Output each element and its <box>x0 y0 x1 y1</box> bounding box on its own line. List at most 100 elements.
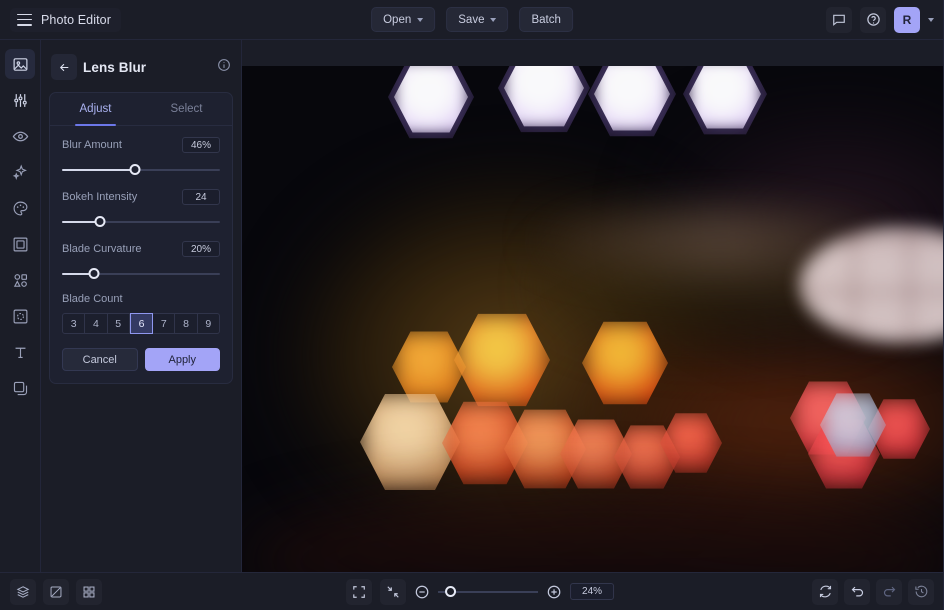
panel-tabs: Adjust Select <box>50 93 232 126</box>
zoom-controls: 24% <box>346 579 614 605</box>
control-blur-amount-value[interactable]: 46% <box>182 137 220 153</box>
control-blade-curvature-row: Blade Curvature 20% <box>62 241 220 257</box>
image-canvas[interactable] <box>242 40 944 572</box>
grid-icon <box>82 585 96 599</box>
zoom-in-button[interactable] <box>546 584 562 600</box>
blade-count-option-5[interactable]: 5 <box>108 313 130 334</box>
batch-button-label: Batch <box>531 14 560 26</box>
compare-split-icon <box>49 585 63 599</box>
avatar-chevron-down-icon[interactable] <box>928 18 934 22</box>
main-body: Lens Blur Adjust Select Bl <box>0 40 944 572</box>
zoom-slider[interactable] <box>438 585 538 599</box>
grid-button[interactable] <box>76 579 102 605</box>
control-blur-amount-row: Blur Amount 46% <box>62 137 220 153</box>
rail-item-preview[interactable] <box>5 121 35 151</box>
top-bar: Photo Editor Open Save Batch <box>0 0 944 40</box>
slider-fill <box>62 169 135 171</box>
rail-item-adjustments[interactable] <box>5 85 35 115</box>
rail-item-effects[interactable] <box>5 157 35 187</box>
blurred-photo <box>242 40 944 572</box>
avatar[interactable]: R <box>894 7 920 33</box>
side-panel: Lens Blur Adjust Select Bl <box>41 40 242 572</box>
layers-button[interactable] <box>10 579 36 605</box>
slider-knob[interactable] <box>129 164 140 175</box>
zoom-level-value[interactable]: 24% <box>570 583 614 600</box>
history-controls <box>812 579 934 605</box>
open-button-label: Open <box>383 14 411 26</box>
top-bar-right: R <box>826 7 934 33</box>
apply-button[interactable]: Apply <box>145 348 221 371</box>
reset-rotate-icon <box>818 584 833 599</box>
panel-actions: Cancel Apply <box>50 334 232 371</box>
sparkles-icon <box>12 164 29 181</box>
blade-count-option-9[interactable]: 9 <box>198 313 220 334</box>
bottom-bar: 24% <box>0 572 944 610</box>
cancel-button[interactable]: Cancel <box>62 348 138 371</box>
reset-button[interactable] <box>812 579 838 605</box>
history-icon <box>914 584 929 599</box>
palette-icon <box>12 200 29 217</box>
panel-title: Lens Blur <box>83 60 146 75</box>
slider-knob[interactable] <box>94 216 105 227</box>
undo-button[interactable] <box>844 579 870 605</box>
rail-item-blur[interactable] <box>5 301 35 331</box>
tab-adjust[interactable]: Adjust <box>50 93 141 125</box>
tab-select[interactable]: Select <box>141 93 232 125</box>
blade-count-option-8[interactable]: 8 <box>175 313 197 334</box>
history-button[interactable] <box>908 579 934 605</box>
zoom-out-button[interactable] <box>414 584 430 600</box>
control-blade-curvature-label: Blade Curvature <box>62 243 142 255</box>
rail-item-duplicate[interactable] <box>5 373 35 403</box>
blade-count-option-4[interactable]: 4 <box>85 313 107 334</box>
batch-button[interactable]: Batch <box>519 7 572 32</box>
control-bokeh-intensity-value[interactable]: 24 <box>182 189 220 205</box>
hamburger-icon[interactable] <box>17 14 32 26</box>
feedback-button[interactable] <box>826 7 852 33</box>
save-button[interactable]: Save <box>446 7 508 32</box>
undo-icon <box>850 584 865 599</box>
redo-icon <box>882 584 897 599</box>
rail-item-image[interactable] <box>5 49 35 79</box>
control-blade-count: Blade Count 3456789 <box>50 282 232 334</box>
compare-button[interactable] <box>43 579 69 605</box>
blade-count-option-6[interactable]: 6 <box>130 313 153 334</box>
canvas-top-strip <box>242 40 944 66</box>
lens-blur-card: Adjust Select Blur Amount 46% <box>49 92 233 384</box>
zoom-to-fit-button[interactable] <box>380 579 406 605</box>
rail-item-text[interactable] <box>5 337 35 367</box>
open-button[interactable]: Open <box>371 7 435 32</box>
image-icon <box>12 56 29 73</box>
rail-item-shapes[interactable] <box>5 265 35 295</box>
blur-focus-icon <box>12 308 29 325</box>
info-button[interactable] <box>217 58 231 77</box>
rail-item-frame[interactable] <box>5 229 35 259</box>
panel-header: Lens Blur <box>41 50 241 84</box>
help-button[interactable] <box>860 7 886 33</box>
text-icon <box>12 344 29 361</box>
slider-knob[interactable] <box>88 268 99 279</box>
slider-bokeh-intensity[interactable] <box>62 214 220 230</box>
frame-icon <box>12 236 29 253</box>
chevron-down-icon <box>490 18 496 22</box>
control-bokeh-intensity: Bokeh Intensity 24 <box>50 178 232 230</box>
slider-blur-amount[interactable] <box>62 162 220 178</box>
back-button[interactable] <box>51 54 77 80</box>
fit-screen-icon <box>352 585 366 599</box>
control-blade-curvature: Blade Curvature 20% <box>50 230 232 282</box>
blade-count-segmented[interactable]: 3456789 <box>62 313 220 334</box>
app-window: Photo Editor Open Save Batch <box>0 0 944 610</box>
zoom-slider-knob[interactable] <box>445 586 456 597</box>
plus-circle-icon <box>546 584 562 600</box>
control-blade-curvature-value[interactable]: 20% <box>182 241 220 257</box>
slider-blade-curvature[interactable] <box>62 266 220 282</box>
top-bar-actions: Open Save Batch <box>371 7 573 32</box>
rail-item-color[interactable] <box>5 193 35 223</box>
minus-circle-icon <box>414 584 430 600</box>
tool-rail <box>0 40 41 572</box>
app-brand[interactable]: Photo Editor <box>10 8 121 32</box>
fit-screen-button[interactable] <box>346 579 372 605</box>
blade-count-option-7[interactable]: 7 <box>153 313 175 334</box>
app-title: Photo Editor <box>41 13 111 27</box>
redo-button[interactable] <box>876 579 902 605</box>
blade-count-option-3[interactable]: 3 <box>62 313 85 334</box>
